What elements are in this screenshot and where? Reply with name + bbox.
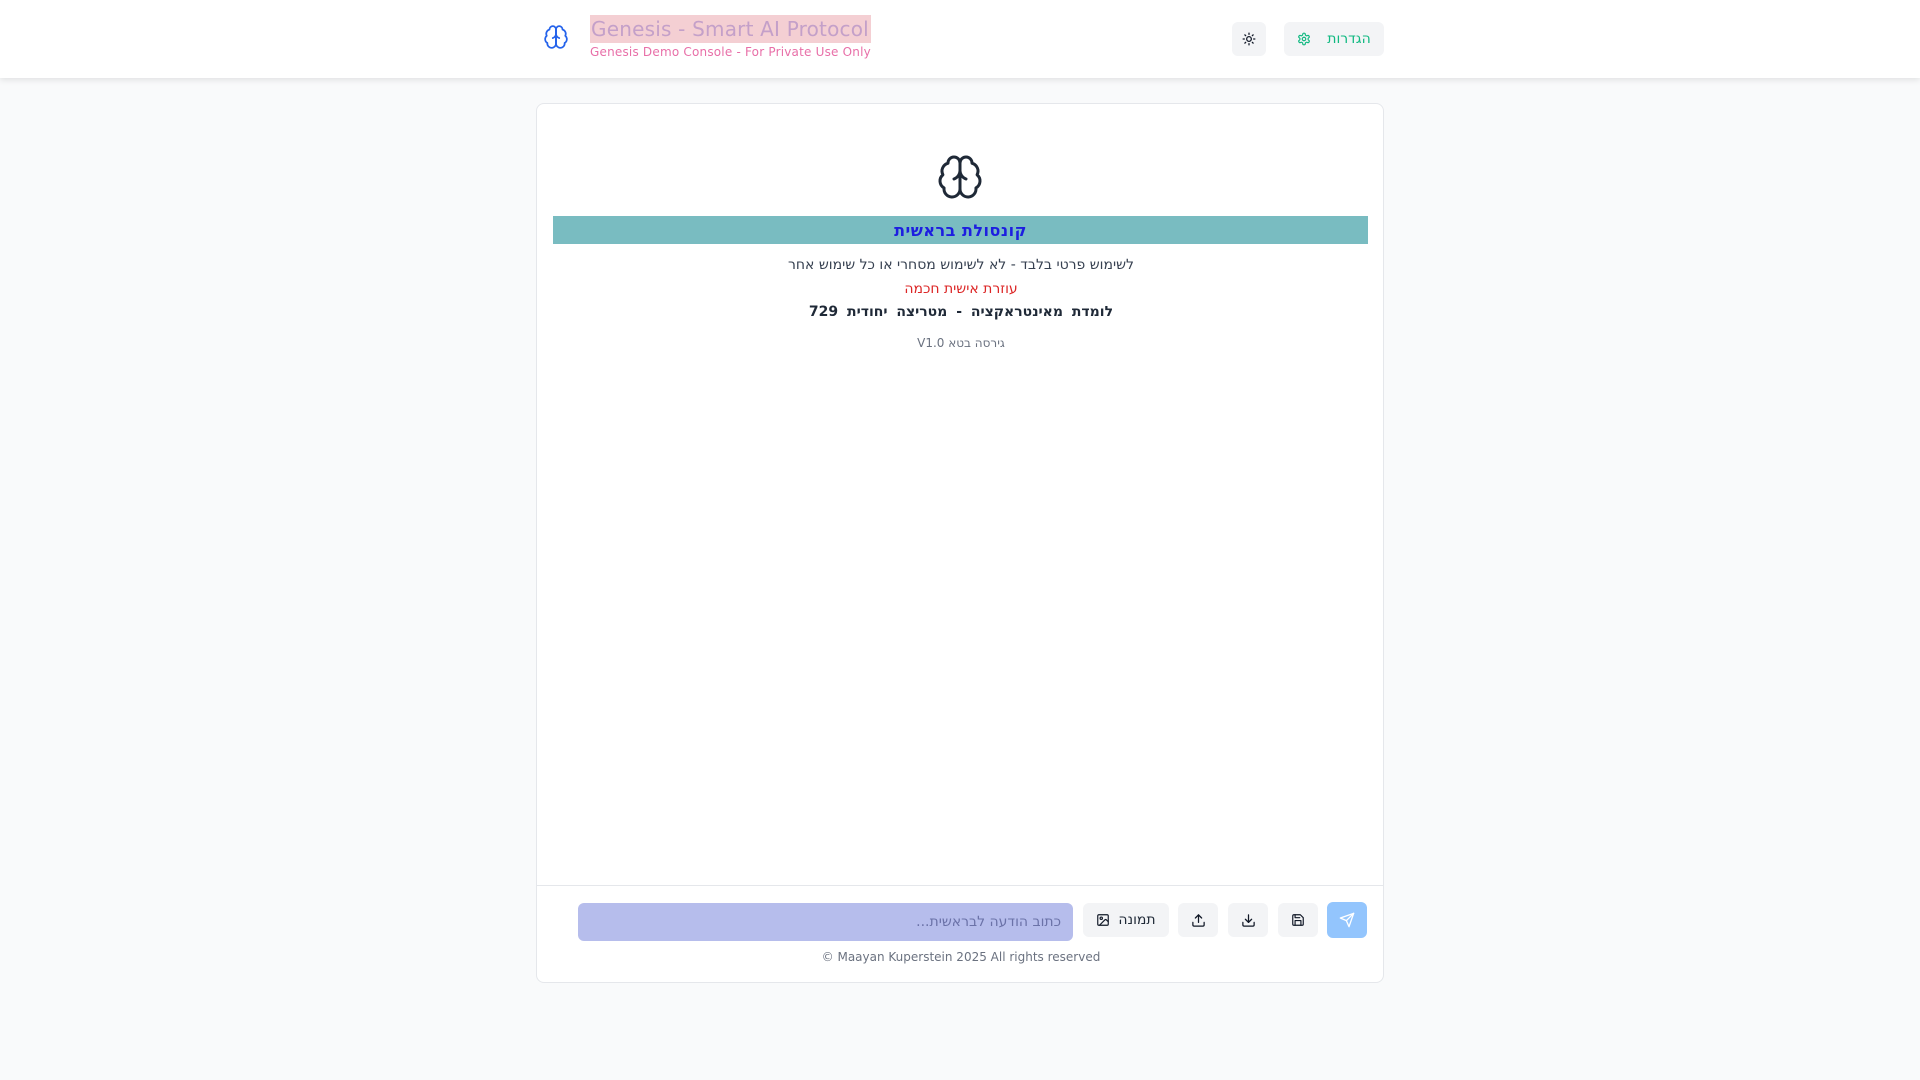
- save-icon: [1292, 914, 1304, 926]
- download-button[interactable]: [1228, 903, 1268, 937]
- upload-button[interactable]: [1178, 903, 1218, 937]
- image-button-label: תמונה: [1118, 912, 1156, 928]
- gear-icon: [1298, 32, 1311, 46]
- brand-text: Genesis - Smart AI Protocol Genesis Demo…: [590, 15, 871, 59]
- learning-line: לומדת מאינטראקציה - מטריצה יחודית 729: [808, 304, 1114, 320]
- message-input[interactable]: [578, 903, 1073, 941]
- console-card: קונסולת בראשית לשימוש פרטי בלבד - לא לשי…: [536, 103, 1384, 983]
- download-icon: [1241, 913, 1255, 927]
- app-header: Genesis - Smart AI Protocol Genesis Demo…: [0, 0, 1920, 78]
- sun-icon: [1242, 32, 1256, 46]
- send-button[interactable]: [1327, 902, 1367, 938]
- assistant-tagline: עוזרת אישית חכמה: [904, 281, 1018, 297]
- version-label: גירסה בטא V1.0: [917, 336, 1005, 350]
- theme-toggle-button[interactable]: [1232, 22, 1266, 56]
- app-subtitle: Genesis Demo Console - For Private Use O…: [590, 45, 871, 59]
- settings-button[interactable]: הגדרות: [1284, 22, 1384, 56]
- brand: Genesis - Smart AI Protocol Genesis Demo…: [542, 15, 871, 59]
- image-icon: [1097, 914, 1110, 926]
- private-use-note: לשימוש פרטי בלבד - לא לשימוש מסחרי או כל…: [787, 257, 1134, 273]
- composer-divider: [537, 885, 1383, 886]
- app-title: Genesis - Smart AI Protocol: [590, 15, 871, 43]
- upload-icon: [1191, 913, 1205, 927]
- save-button[interactable]: [1278, 903, 1318, 937]
- brain-icon: [936, 153, 984, 201]
- console-title: קונסולת בראשית: [553, 216, 1368, 244]
- settings-label: הגדרות: [1327, 31, 1371, 47]
- copyright-footer: © Maayan Kuperstein 2025 All rights rese…: [821, 950, 1101, 964]
- image-button[interactable]: תמונה: [1083, 903, 1169, 937]
- brain-icon: [542, 23, 570, 51]
- send-icon: [1339, 912, 1355, 928]
